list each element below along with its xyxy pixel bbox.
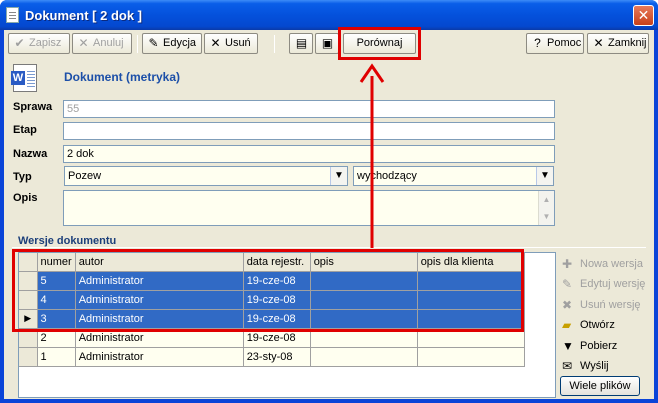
word-document-icon xyxy=(11,64,37,92)
cell-opis xyxy=(310,347,418,367)
help-button[interactable]: ? Pomoc xyxy=(526,33,584,54)
clipboard-button[interactable]: ▣ xyxy=(315,33,339,54)
window-close-button[interactable]: ✕ xyxy=(633,5,654,26)
versions-highlight-box xyxy=(12,249,524,332)
delete-button[interactable]: ✕ Usuń xyxy=(204,33,258,54)
window-title: Dokument [ 2 dok ] xyxy=(25,8,143,23)
cancel-button[interactable]: ✕ Anuluj xyxy=(72,33,132,54)
cell-data: 23-sty-08 xyxy=(243,347,311,367)
edit-pencil-icon: ✎ xyxy=(148,36,159,50)
row-indicator[interactable] xyxy=(19,347,38,367)
send-mail-icon: ✉ xyxy=(562,359,573,373)
properties-button[interactable]: ▤ xyxy=(289,33,313,54)
kierunek-select[interactable]: wychodzący ▼ xyxy=(353,166,554,186)
document-icon xyxy=(6,7,19,23)
divider xyxy=(12,247,646,248)
cell-autor: Administrator xyxy=(75,347,244,367)
nazwa-label: Nazwa xyxy=(13,148,48,160)
table-row[interactable]: 1 Administrator 23-sty-08 xyxy=(19,347,525,367)
typ-select[interactable]: Pozew ▼ xyxy=(64,166,348,186)
delete-version-icon: ✖ xyxy=(562,298,573,312)
toolbar-separator xyxy=(137,35,138,53)
title-bar[interactable]: Dokument [ 2 dok ] ✕ xyxy=(0,0,658,30)
cell-numer: 1 xyxy=(37,347,76,367)
cell-opis-klient xyxy=(417,347,525,367)
kierunek-value: wychodzący xyxy=(357,170,417,182)
toolbar: ✔ Zapisz ✕ Anuluj ✎ Edycja ✕ Usuń ▤ ▣ Porówn… xyxy=(4,30,654,58)
help-question-icon: ? xyxy=(534,36,541,50)
typ-label: Typ xyxy=(13,171,32,183)
save-ok-icon: ✔ xyxy=(14,36,25,50)
versions-title: Wersje dokumentu xyxy=(18,235,117,247)
opis-label: Opis xyxy=(13,192,38,204)
edit-version-button[interactable]: ✎ Edytuj wersję xyxy=(562,275,645,293)
sprawa-label: Sprawa xyxy=(13,101,53,113)
edit-version-icon: ✎ xyxy=(562,277,573,291)
opis-scrollbar[interactable]: ▲ ▼ xyxy=(538,191,554,225)
etap-label: Etap xyxy=(13,124,37,136)
book-icon: ▤ xyxy=(295,36,308,50)
save-button[interactable]: ✔ Zapisz xyxy=(8,33,70,54)
chevron-down-icon[interactable]: ▼ xyxy=(536,167,553,185)
many-files-button[interactable]: Wiele plików xyxy=(560,376,640,396)
new-version-icon: ✚ xyxy=(562,257,573,271)
download-button[interactable]: ▼ Pobierz xyxy=(562,337,617,355)
close-button[interactable]: ✕ Zamknij xyxy=(587,33,649,54)
typ-value: Pozew xyxy=(68,170,102,182)
send-button[interactable]: ✉ Wyślij xyxy=(562,357,609,375)
sprawa-field[interactable]: 55 xyxy=(63,100,555,118)
dialog-body: ✔ Zapisz ✕ Anuluj ✎ Edycja ✕ Usuń ▤ ▣ Porówn… xyxy=(4,30,654,399)
scroll-up-icon[interactable]: ▲ xyxy=(539,191,554,208)
edit-button[interactable]: ✎ Edycja xyxy=(142,33,202,54)
delete-version-button[interactable]: ✖ Usuń wersję xyxy=(562,296,641,314)
clipboard-icon: ▣ xyxy=(321,36,334,50)
new-version-button[interactable]: ✚ Nowa wersja xyxy=(562,255,643,273)
section-title: Dokument (metryka) xyxy=(64,70,181,84)
compare-highlight-box xyxy=(338,27,421,60)
cancel-x-icon: ✕ xyxy=(78,36,89,50)
close-x-icon: ✕ xyxy=(593,36,604,50)
download-icon: ▼ xyxy=(562,339,574,353)
toolbar-separator xyxy=(274,35,275,53)
open-button[interactable]: ▰ Otwórz xyxy=(562,316,615,334)
etap-field[interactable] xyxy=(63,122,555,140)
nazwa-field[interactable]: 2 dok xyxy=(63,145,555,163)
window: Dokument [ 2 dok ] ✕ ✔ Zapisz ✕ Anuluj ✎ Ed… xyxy=(0,0,658,403)
opis-textarea[interactable]: ▲ ▼ xyxy=(63,190,555,226)
chevron-down-icon[interactable]: ▼ xyxy=(330,167,347,185)
delete-x-icon: ✕ xyxy=(210,36,221,50)
folder-open-icon: ▰ xyxy=(562,318,572,332)
scroll-down-icon[interactable]: ▼ xyxy=(539,208,554,225)
